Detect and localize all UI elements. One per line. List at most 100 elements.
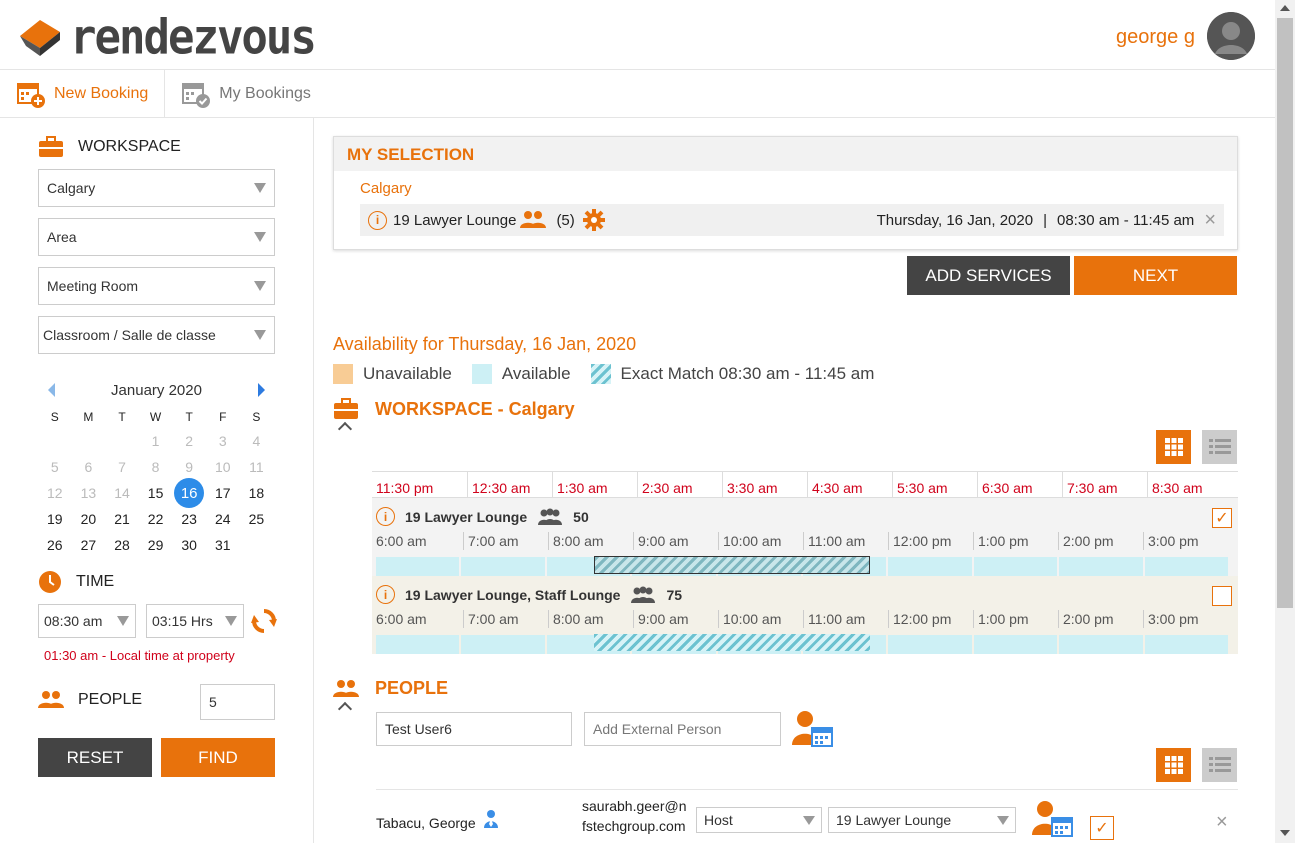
calendar-day: 1	[151, 433, 160, 449]
calendar-day[interactable]: 28	[105, 532, 139, 558]
logo[interactable]: rendezvous	[18, 9, 317, 66]
availability-slot[interactable]	[1059, 635, 1143, 654]
city-select-value: Calgary	[47, 180, 96, 196]
calendar-day[interactable]: 26	[38, 532, 72, 558]
calendar-day: 10	[214, 459, 231, 475]
user-name[interactable]: george g	[1116, 26, 1195, 49]
calendar-day[interactable]: 31	[206, 532, 240, 558]
scroll-thumb[interactable]	[1277, 18, 1293, 608]
workspace-heading: WORKSPACE	[38, 136, 181, 158]
city-select[interactable]: Calgary	[38, 169, 275, 207]
start-time-select[interactable]: 08:30 am	[38, 604, 136, 638]
time-label: TIME	[76, 573, 115, 590]
availability-slot[interactable]	[1144, 635, 1229, 654]
room-select-checkbox[interactable]: ✓	[1212, 508, 1232, 528]
local-time-label: 12:00 pm	[888, 532, 973, 550]
start-time-value: 08:30 am	[44, 613, 103, 629]
add-services-button[interactable]: ADD SERVICES	[907, 256, 1070, 295]
people-count-input[interactable]: 5	[200, 684, 275, 720]
app-header: rendezvous george g	[0, 0, 1275, 70]
calendar-day[interactable]: 22	[139, 506, 173, 532]
tab-my-bookings[interactable]: My Bookings	[165, 70, 327, 118]
room-type-select[interactable]: Meeting Room	[38, 267, 275, 305]
local-time-label: 11:00 am	[803, 532, 888, 550]
people-grid-view-button[interactable]	[1156, 748, 1191, 782]
local-time-label: 10:00 am	[718, 610, 803, 628]
scroll-up-icon[interactable]	[1280, 5, 1290, 11]
collapse-workspace-icon[interactable]	[337, 421, 353, 437]
calendar-day[interactable]: 25	[240, 506, 274, 532]
person-calendar-icon[interactable]	[792, 710, 834, 748]
avatar[interactable]	[1207, 12, 1255, 60]
calendar-day[interactable]: 27	[72, 532, 106, 558]
list-view-button[interactable]	[1202, 430, 1237, 464]
remove-attendee-icon[interactable]: ×	[1216, 811, 1228, 834]
availability-slot[interactable]	[973, 557, 1058, 576]
selected-time-block[interactable]	[594, 556, 870, 574]
availability-slot[interactable]	[461, 557, 545, 576]
legend-available-label: Available	[501, 364, 571, 383]
people-list-view-button[interactable]	[1202, 748, 1237, 782]
legend-available-swatch	[471, 364, 492, 384]
info-icon[interactable]: i	[368, 210, 387, 230]
scroll-down-icon[interactable]	[1280, 830, 1290, 836]
attendee-role-select[interactable]: Host	[696, 807, 822, 833]
local-time-label: 12:00 pm	[888, 610, 973, 628]
duration-select[interactable]: 03:15 Hrs	[146, 604, 244, 638]
tab-new-booking[interactable]: New Booking	[0, 70, 166, 118]
internal-person-input[interactable]: Test User6	[376, 712, 572, 746]
external-person-input[interactable]: Add External Person	[584, 712, 781, 746]
next-button[interactable]: NEXT	[1074, 256, 1237, 295]
info-icon[interactable]: i	[376, 585, 395, 604]
person-calendar-icon[interactable]	[1032, 800, 1074, 838]
attendee-checkbox[interactable]: ✓	[1090, 816, 1114, 840]
property-time-axis: 11:30 pm 12:30 am 1:30 am 2:30 am 3:30 a…	[372, 471, 1238, 498]
availability-slot[interactable]	[888, 635, 972, 654]
scrollbar[interactable]	[1275, 0, 1295, 843]
calendar-day[interactable]: 24	[206, 506, 240, 532]
calendar-grid: S M T W T F S 1 2 3 4 5 6 7 8 9 10 11 12…	[38, 406, 275, 558]
people-icon	[520, 211, 547, 228]
area-select[interactable]: Area	[38, 218, 275, 256]
calendar-day[interactable]: 15	[139, 480, 173, 506]
layout-select[interactable]: Classroom / Salle de classe	[38, 316, 275, 354]
weekday-label: W	[149, 410, 162, 424]
calendar-day[interactable]: 20	[72, 506, 106, 532]
availability-slot[interactable]	[973, 635, 1058, 654]
calendar-day: 3	[218, 433, 227, 449]
local-time-note: 01:30 am - Local time at property	[44, 648, 235, 663]
availability-slot[interactable]	[376, 557, 460, 576]
calendar-day[interactable]: 19	[38, 506, 72, 532]
room-select-checkbox[interactable]	[1212, 586, 1232, 606]
calendar-day[interactable]: 17	[206, 480, 240, 506]
grid-view-button[interactable]	[1156, 430, 1191, 464]
reset-button[interactable]: RESET	[38, 738, 152, 777]
calendar-day[interactable]: 21	[105, 506, 139, 532]
calendar-day[interactable]: 23	[172, 506, 206, 532]
calendar-day[interactable]: 30	[172, 532, 206, 558]
info-icon[interactable]: i	[376, 507, 395, 526]
refresh-icon[interactable]	[251, 607, 277, 635]
availability-slot[interactable]	[888, 557, 972, 576]
availability-slot[interactable]	[1059, 557, 1143, 576]
exact-match-block[interactable]	[594, 634, 870, 651]
collapse-people-icon[interactable]	[337, 701, 353, 717]
weekday-label: F	[219, 410, 227, 424]
attendee-room-select[interactable]: 19 Lawyer Lounge	[828, 807, 1016, 833]
prev-month-icon[interactable]	[48, 383, 55, 397]
availability-slot[interactable]	[376, 635, 460, 654]
room-row: i 19 Lawyer Lounge 50 ✓ 6:00 am 7:00 am …	[372, 498, 1238, 576]
availability-slot[interactable]	[461, 635, 545, 654]
next-month-icon[interactable]	[258, 383, 265, 397]
people-icon	[333, 679, 359, 697]
calendar-day[interactable]: 29	[139, 532, 173, 558]
gear-icon[interactable]	[582, 209, 605, 231]
attendee-row: Tabacu, George saurabh.geer@nfstechgroup…	[376, 794, 1238, 843]
local-time-label: 3:00 pm	[1143, 610, 1228, 628]
find-button[interactable]: FIND	[161, 738, 275, 777]
calendar-day[interactable]: 18	[240, 480, 274, 506]
close-icon[interactable]: ×	[1204, 209, 1216, 232]
calendar-day-selected[interactable]: 16	[172, 478, 206, 508]
local-time-label: 7:00 am	[463, 532, 548, 550]
availability-slot[interactable]	[1144, 557, 1229, 576]
